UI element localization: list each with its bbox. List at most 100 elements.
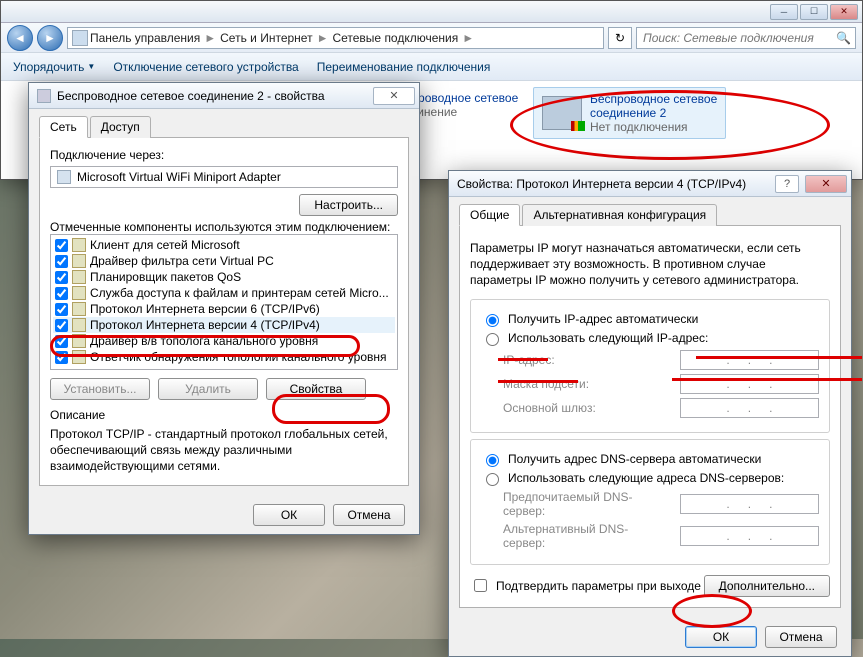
maximize-button[interactable]: ☐	[800, 4, 828, 20]
tab-alt-config[interactable]: Альтернативная конфигурация	[522, 204, 717, 226]
search-icon: 🔍	[836, 31, 851, 45]
install-button[interactable]: Установить...	[50, 378, 150, 400]
search-input[interactable]	[641, 30, 832, 46]
radio-dns-manual-input[interactable]	[486, 473, 499, 486]
radio-dns-manual[interactable]: Использовать следующие адреса DNS-сервер…	[481, 470, 819, 486]
tab-access[interactable]: Доступ	[90, 116, 151, 138]
props-ok-button[interactable]: ОК	[253, 504, 325, 526]
radio-ip-manual[interactable]: Использовать следующий IP-адрес:	[481, 330, 819, 346]
ipv4-help-button[interactable]: ?	[775, 175, 799, 193]
desc-text: Протокол TCP/IP - стандартный протокол г…	[50, 426, 398, 475]
search-box[interactable]: 🔍	[636, 27, 856, 49]
ip-group: Получить IP-адрес автоматически Использо…	[470, 299, 830, 433]
back-button[interactable]: ◄	[7, 25, 33, 51]
dns-alt-label: Альтернативный DNS-сервер:	[503, 522, 670, 550]
remove-button[interactable]: Удалить	[158, 378, 258, 400]
dns-alt-input[interactable]: ...	[680, 526, 819, 546]
conn2-title: Беспроводное сетевое	[590, 92, 717, 106]
ipv4-close-button[interactable]: ✕	[805, 175, 847, 193]
breadcrumb-l1[interactable]: Сеть и Интернет	[220, 31, 312, 45]
connection-item-2[interactable]: Беспроводное сетевое соединение 2 Нет по…	[533, 87, 726, 139]
radio-dns-auto-input[interactable]	[486, 454, 499, 467]
tab-general[interactable]: Общие	[459, 204, 520, 226]
properties-button[interactable]: Свойства	[266, 378, 366, 400]
component-checkbox[interactable]	[55, 319, 68, 332]
ip-address-input[interactable]: ...	[680, 350, 819, 370]
ip-address-label: IP-адрес:	[503, 353, 670, 367]
toolbar-rename[interactable]: Переименование подключения	[317, 60, 491, 74]
component-checkbox[interactable]	[55, 351, 68, 364]
refresh-button[interactable]: ↻	[608, 27, 632, 49]
control-panel-icon	[72, 30, 88, 46]
list-item[interactable]: Клиент для сетей Microsoft	[53, 237, 395, 253]
service-icon	[72, 286, 86, 300]
dns-pref-row: Предпочитаемый DNS-сервер: ...	[503, 490, 819, 518]
list-item[interactable]: Ответчик обнаружения топологии канальног…	[53, 349, 395, 365]
radio-ip-auto[interactable]: Получить IP-адрес автоматически	[481, 311, 819, 327]
ipv4-ok-button[interactable]: ОК	[685, 626, 757, 648]
component-checkbox[interactable]	[55, 335, 68, 348]
tab-network[interactable]: Сеть	[39, 116, 88, 138]
ipv4-cancel-button[interactable]: Отмена	[765, 626, 837, 648]
breadcrumb-l2[interactable]: Сетевые подключения	[332, 31, 458, 45]
list-item-ipv4[interactable]: Протокол Интернета версии 4 (TCP/IPv4)	[53, 317, 395, 333]
adapter-name: Microsoft Virtual WiFi Miniport Adapter	[77, 170, 281, 184]
mask-label: Маска подсети:	[503, 377, 670, 391]
desc-label: Описание	[50, 408, 398, 422]
component-checkbox[interactable]	[55, 287, 68, 300]
component-checkbox[interactable]	[55, 271, 68, 284]
confirm-on-exit[interactable]: Подтвердить параметры при выходе	[470, 576, 701, 595]
gateway-row: Основной шлюз: ...	[503, 398, 819, 418]
adapter-field: Microsoft Virtual WiFi Miniport Adapter	[50, 166, 398, 188]
forward-button[interactable]: ►	[37, 25, 63, 51]
nav-row: ◄ ► Панель управления ► Сеть и Интернет …	[1, 23, 862, 53]
connection-properties-dialog: Беспроводное сетевое соединение 2 - свой…	[28, 82, 420, 535]
list-item[interactable]: Служба доступа к файлам и принтерам сете…	[53, 285, 395, 301]
breadcrumb-root[interactable]: Панель управления	[90, 31, 200, 45]
components-list[interactable]: Клиент для сетей Microsoft Драйвер фильт…	[50, 234, 398, 370]
dns-pref-label: Предпочитаемый DNS-сервер:	[503, 490, 670, 518]
list-item[interactable]: Драйвер фильтра сети Virtual PC	[53, 253, 395, 269]
close-button[interactable]: ✕	[830, 4, 858, 20]
advanced-button[interactable]: Дополнительно...	[704, 575, 830, 597]
component-checkbox[interactable]	[55, 239, 68, 252]
ipv4-tabs: Общие Альтернативная конфигурация	[449, 197, 851, 225]
list-item[interactable]: Драйвер в/в тополога канального уровня	[53, 333, 395, 349]
props-close-button[interactable]: ✕	[373, 87, 415, 105]
dns-group: Получить адрес DNS-сервера автоматически…	[470, 439, 830, 565]
gateway-label: Основной шлюз:	[503, 401, 670, 415]
component-checkbox[interactable]	[55, 303, 68, 316]
confirm-checkbox[interactable]	[474, 579, 487, 592]
radio-ip-manual-input[interactable]	[486, 333, 499, 346]
ipv4-title: Свойства: Протокол Интернета версии 4 (T…	[457, 177, 769, 191]
toolbar-organize[interactable]: Упорядочить ▼	[13, 60, 95, 74]
props-cancel-button[interactable]: Отмена	[333, 504, 405, 526]
mask-row: Маска подсети: ...	[503, 374, 819, 394]
service-icon	[72, 254, 86, 268]
breadcrumb[interactable]: Панель управления ► Сеть и Интернет ► Се…	[67, 27, 604, 49]
explorer-titlebar: ─ ☐ ✕	[1, 1, 862, 23]
ipv4-body: Параметры IP могут назначаться автоматич…	[459, 225, 841, 608]
ip-address-row: IP-адрес: ...	[503, 350, 819, 370]
protocol-icon	[72, 350, 86, 364]
list-item[interactable]: Протокол Интернета версии 6 (TCP/IPv6)	[53, 301, 395, 317]
radio-dns-auto[interactable]: Получить адрес DNS-сервера автоматически	[481, 451, 819, 467]
adapter-icon	[57, 170, 71, 184]
ipv4-titlebar: Свойства: Протокол Интернета версии 4 (T…	[449, 171, 851, 197]
list-item[interactable]: Планировщик пакетов QoS	[53, 269, 395, 285]
client-icon	[72, 238, 86, 252]
props-body: Подключение через: Microsoft Virtual WiF…	[39, 137, 409, 486]
ipv4-intro: Параметры IP могут назначаться автоматич…	[470, 240, 830, 289]
mask-input[interactable]: ...	[680, 374, 819, 394]
props-titlebar: Беспроводное сетевое соединение 2 - свой…	[29, 83, 419, 109]
dns-pref-input[interactable]: ...	[680, 494, 819, 514]
dns-alt-row: Альтернативный DNS-сервер: ...	[503, 522, 819, 550]
props-title: Беспроводное сетевое соединение 2 - свой…	[57, 89, 367, 103]
component-checkbox[interactable]	[55, 255, 68, 268]
minimize-button[interactable]: ─	[770, 4, 798, 20]
toolbar-disable[interactable]: Отключение сетевого устройства	[113, 60, 298, 74]
radio-ip-auto-input[interactable]	[486, 314, 499, 327]
configure-button[interactable]: Настроить...	[299, 194, 398, 216]
protocol-icon	[72, 334, 86, 348]
gateway-input[interactable]: ...	[680, 398, 819, 418]
